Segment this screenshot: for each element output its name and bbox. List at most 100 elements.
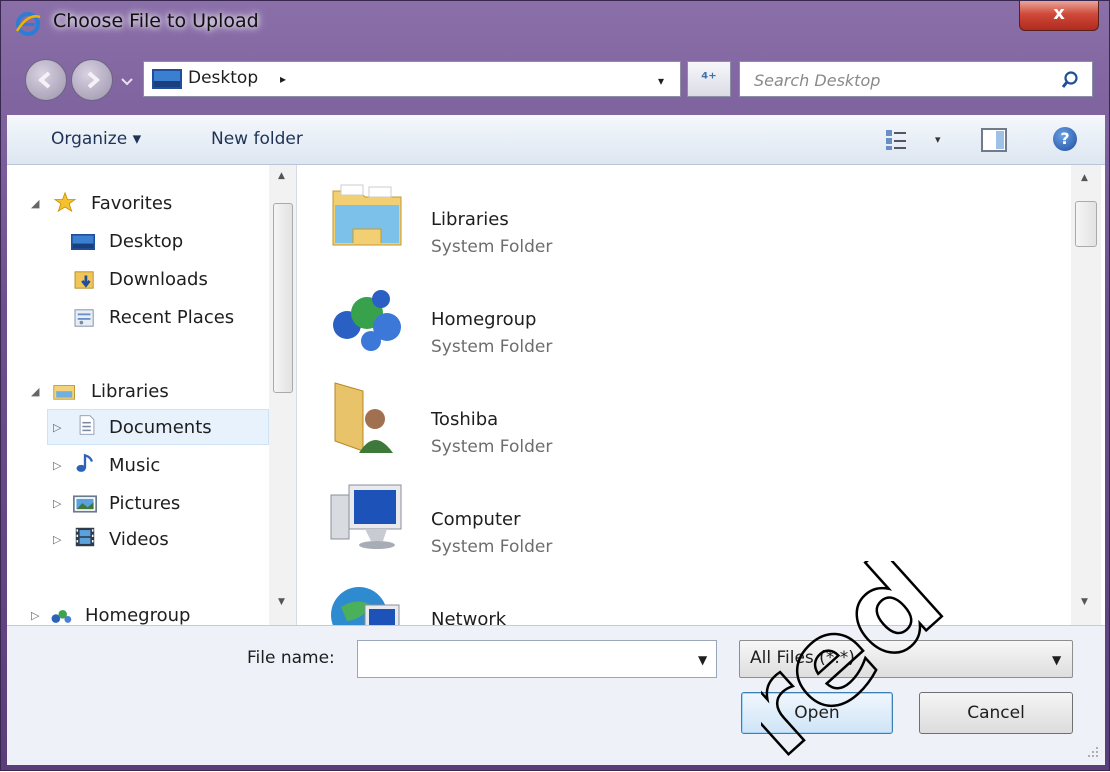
collapsed-arrow-icon[interactable]: ▷	[53, 487, 61, 521]
nav-item-videos[interactable]: ▷ Videos	[7, 523, 267, 557]
search-input[interactable]	[752, 68, 1046, 92]
desktop-icon	[71, 234, 95, 250]
file-item-network[interactable]: Network	[327, 575, 827, 625]
file-type: System Folder	[431, 537, 553, 557]
search-icon[interactable]	[1062, 70, 1082, 90]
user-folder-icon	[334, 382, 393, 453]
collapsed-arrow-icon[interactable]: ▷	[53, 523, 61, 557]
nav-item-label: Desktop	[109, 231, 184, 252]
new-folder-button[interactable]: New folder	[211, 129, 303, 149]
nav-homegroup[interactable]: ▷ Homegroup	[7, 599, 267, 625]
preview-pane-icon[interactable]	[981, 128, 1007, 152]
nav-item-pictures[interactable]: ▷ Pictures	[7, 487, 267, 521]
breadcrumb-arrow-icon[interactable]: ▸	[280, 72, 286, 86]
help-icon[interactable]: ?	[1053, 127, 1077, 151]
collapsed-arrow-icon[interactable]: ▷	[53, 449, 61, 483]
view-dropdown-icon[interactable]: ▾	[935, 133, 941, 146]
dialog-window: Choose File to Upload x Desktop ▸ ▾ ⁴⁺ O…	[0, 0, 1110, 772]
nav-homegroup-label: Homegroup	[85, 605, 191, 625]
file-name-combobox[interactable]: ▼	[357, 640, 717, 678]
nav-favorites-label: Favorites	[91, 193, 173, 214]
nav-item-music[interactable]: ▷ Music	[7, 449, 267, 483]
open-button[interactable]: Open	[741, 692, 893, 734]
file-type: System Folder	[431, 237, 553, 257]
scroll-up-icon[interactable]: ▲	[278, 171, 285, 181]
file-name-label: File name:	[247, 648, 335, 668]
computer-icon	[330, 484, 402, 549]
file-type: System Folder	[431, 337, 553, 357]
nav-item-label: Downloads	[109, 269, 208, 290]
back-button[interactable]	[25, 59, 67, 101]
file-item-homegroup[interactable]: Homegroup System Folder	[327, 275, 827, 375]
address-bar[interactable]: Desktop ▸ ▾	[143, 61, 681, 97]
scroll-up-icon[interactable]: ▲	[1081, 173, 1088, 183]
nav-item-recent-places[interactable]: Recent Places	[7, 301, 267, 335]
file-name-dropdown-icon[interactable]: ▼	[698, 653, 707, 667]
file-item-computer[interactable]: Computer System Folder	[327, 475, 827, 575]
file-name-input[interactable]	[366, 647, 680, 673]
organize-button[interactable]: Organize ▾	[51, 129, 141, 149]
cancel-button[interactable]: Cancel	[919, 692, 1073, 734]
back-arrow-icon	[37, 71, 51, 89]
nav-scrollbar[interactable]: ▲ ▼	[269, 165, 296, 625]
nav-item-desktop[interactable]: Desktop	[7, 225, 267, 259]
search-box[interactable]	[739, 61, 1093, 97]
file-list-scrollbar[interactable]: ▲ ▼	[1071, 165, 1101, 625]
collapsed-arrow-icon[interactable]: ▷	[31, 599, 39, 625]
nav-item-label: Music	[109, 455, 161, 476]
address-dropdown-icon[interactable]: ▾	[658, 74, 664, 88]
file-item-toshiba[interactable]: Toshiba System Folder	[327, 375, 827, 475]
libraries-icon	[53, 385, 75, 400]
file-name: Toshiba	[431, 409, 499, 430]
file-name: Libraries	[431, 209, 509, 230]
recent-places-icon	[74, 309, 94, 327]
nav-scrollbar-thumb[interactable]	[273, 203, 293, 393]
nav-favorites[interactable]: ◢ Favorites	[7, 187, 267, 221]
file-type-filter-value: All Files (*.*)	[750, 648, 855, 668]
file-type-filter-select[interactable]: All Files (*.*) ▼	[739, 640, 1073, 678]
videos-icon	[75, 527, 95, 547]
file-item-libraries[interactable]: Libraries System Folder	[327, 175, 827, 275]
pictures-icon	[73, 495, 97, 513]
nav-item-label: Documents	[109, 417, 212, 438]
homegroup-icon	[51, 610, 72, 623]
refresh-button[interactable]: ⁴⁺	[687, 61, 731, 97]
resize-grip-icon[interactable]	[1085, 744, 1099, 758]
file-list-scrollbar-thumb[interactable]	[1075, 201, 1097, 247]
title-bar[interactable]: Choose File to Upload x	[1, 1, 1110, 47]
nav-item-downloads[interactable]: Downloads	[7, 263, 267, 297]
libraries-folder-icon	[332, 184, 402, 246]
documents-icon	[79, 415, 95, 435]
favorites-star-icon	[53, 192, 77, 212]
downloads-icon	[74, 271, 94, 289]
navigation-pane[interactable]: ◢ Favorites Desktop Downloads Recent Pla…	[7, 165, 297, 625]
nav-item-label: Recent Places	[109, 307, 235, 328]
file-type: System Folder	[431, 437, 553, 457]
homegroup-icon	[333, 290, 401, 351]
change-view-icon[interactable]	[885, 129, 909, 151]
forward-arrow-icon	[87, 71, 101, 89]
internet-explorer-icon	[15, 12, 41, 36]
nav-libraries[interactable]: ◢ Libraries	[7, 375, 267, 409]
expanded-arrow-icon[interactable]: ◢	[31, 375, 39, 409]
command-toolbar: Organize ▾ New folder ▾ ?	[7, 115, 1105, 165]
filter-dropdown-icon[interactable]: ▼	[1052, 653, 1061, 667]
scroll-down-icon[interactable]: ▼	[278, 597, 285, 607]
recent-pages-chevron-down-icon[interactable]	[119, 71, 135, 91]
nav-item-label: Pictures	[109, 493, 181, 514]
file-list[interactable]: Libraries System Folder Homegroup System…	[297, 165, 1105, 625]
file-name: Network	[431, 609, 507, 625]
expanded-arrow-icon[interactable]: ◢	[31, 187, 39, 221]
nav-item-label: Videos	[109, 529, 169, 550]
nav-item-documents[interactable]: ▷ Documents	[7, 411, 267, 445]
close-button[interactable]: x	[1019, 1, 1099, 31]
file-name: Computer	[431, 509, 521, 530]
address-location[interactable]: Desktop	[188, 68, 258, 88]
refresh-icon: ⁴⁺	[701, 69, 717, 88]
file-name: Homegroup	[431, 309, 537, 330]
collapsed-arrow-icon[interactable]: ▷	[53, 411, 61, 445]
scroll-down-icon[interactable]: ▼	[1081, 597, 1088, 607]
file-name-area: File name: ▼ All Files (*.*) ▼ Open Canc…	[7, 625, 1105, 765]
forward-button[interactable]	[71, 59, 113, 101]
close-icon: x	[1053, 3, 1065, 24]
